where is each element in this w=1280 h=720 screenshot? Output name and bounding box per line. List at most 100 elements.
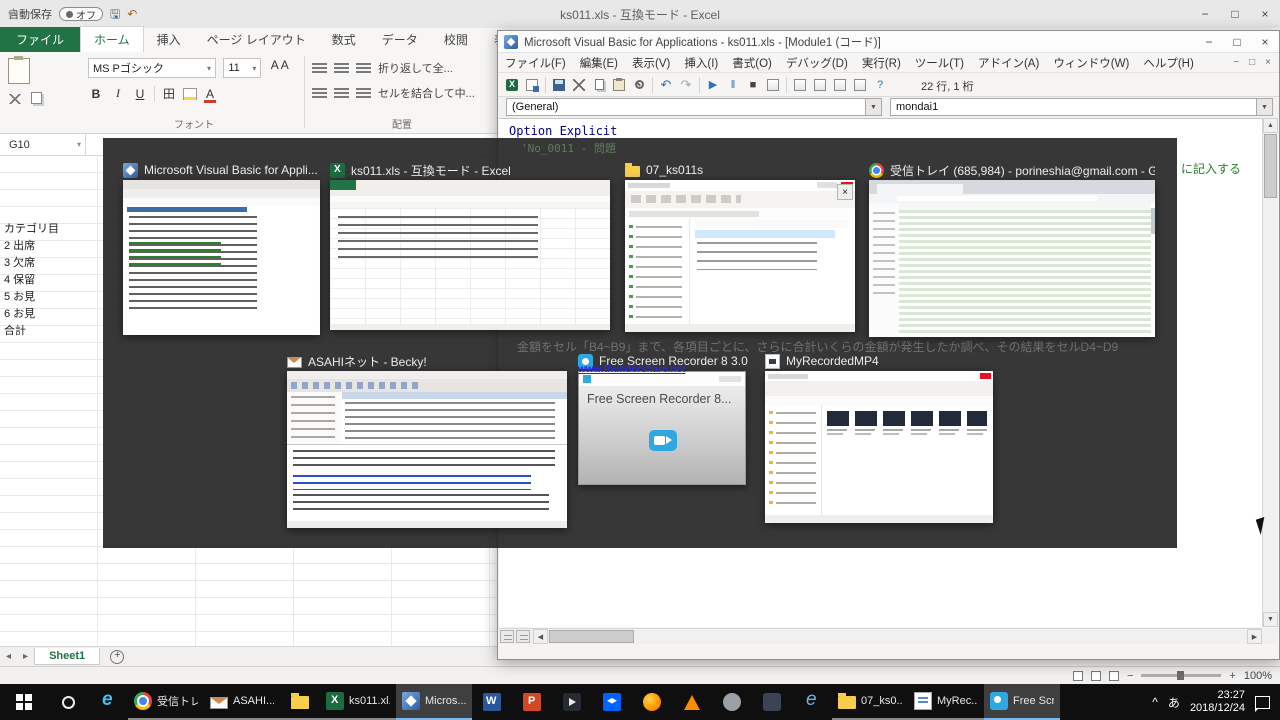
vba-maximize-button[interactable]: □ xyxy=(1223,31,1251,53)
menu-edit[interactable]: 編集(E) xyxy=(573,55,625,71)
ime-indicator[interactable]: あ xyxy=(1168,694,1180,711)
task-thumb-explorer[interactable]: 07_ks011s × xyxy=(625,160,855,332)
view-excel-button[interactable] xyxy=(502,75,522,95)
cell-value[interactable]: カテゴリ目 xyxy=(4,220,59,236)
font-name-select[interactable]: MS Pゴシック▾ xyxy=(88,58,216,78)
undo-button[interactable]: ↶ xyxy=(656,75,676,95)
menu-addins[interactable]: アドイン(A) xyxy=(971,55,1046,71)
align-middle-icon[interactable] xyxy=(334,63,349,74)
taskbar-vba[interactable]: Micros... xyxy=(396,684,472,720)
borders-button[interactable]: 田 xyxy=(161,85,177,102)
copy-icon[interactable] xyxy=(31,92,42,104)
scroll-right-icon[interactable]: ▶ xyxy=(1247,629,1262,644)
tab-formulas[interactable]: 数式 xyxy=(319,27,369,52)
reset-button[interactable]: ■ xyxy=(743,75,763,95)
taskbar-excel[interactable]: ks011.xl... xyxy=(320,684,396,720)
add-sheet-button[interactable] xyxy=(110,650,124,664)
scrollbar-thumb[interactable] xyxy=(1264,134,1277,198)
vba-minimize-button[interactable]: − xyxy=(1195,31,1223,53)
cut-button[interactable] xyxy=(569,75,589,95)
tray-expand-icon[interactable]: ^ xyxy=(1152,695,1158,709)
object-browser-button[interactable] xyxy=(830,75,850,95)
scroll-up-icon[interactable]: ▲ xyxy=(1263,118,1278,133)
vba-close-button[interactable]: × xyxy=(1251,31,1279,53)
help-button[interactable]: ? xyxy=(870,75,890,95)
taskbar-ie[interactable] xyxy=(792,684,832,720)
search-button[interactable] xyxy=(48,684,88,720)
underline-button[interactable]: U xyxy=(132,87,148,101)
full-module-view-button[interactable] xyxy=(516,630,530,643)
minimize-button[interactable]: − xyxy=(1190,0,1220,28)
menu-insert[interactable]: 挿入(I) xyxy=(677,55,725,71)
page-layout-view-icon[interactable] xyxy=(1091,671,1101,681)
scroll-left-icon[interactable]: ◀ xyxy=(533,629,548,644)
taskbar-powerpoint[interactable] xyxy=(512,684,552,720)
tab-home[interactable]: ホーム xyxy=(80,26,144,52)
align-center-icon[interactable] xyxy=(334,88,349,99)
save-button[interactable] xyxy=(549,75,569,95)
break-button[interactable]: ‖ xyxy=(723,75,743,95)
qat-customize-icon[interactable]: ▾ xyxy=(8,8,14,20)
run-macro-button[interactable]: ▶ xyxy=(703,75,723,95)
taskbar-myrec[interactable]: MyRec... xyxy=(908,684,984,720)
zoom-in-icon[interactable]: + xyxy=(1229,670,1235,682)
align-left-icon[interactable] xyxy=(312,88,327,99)
taskbar-word[interactable] xyxy=(472,684,512,720)
horizontal-scrollbar[interactable]: ◀ ▶ xyxy=(499,628,1262,644)
font-size-select[interactable]: 11▾ xyxy=(223,58,261,78)
procedure-view-button[interactable] xyxy=(500,630,514,643)
tab-insert[interactable]: 挿入 xyxy=(144,27,194,52)
page-break-view-icon[interactable] xyxy=(1109,671,1119,681)
menu-format[interactable]: 書式(O) xyxy=(725,55,779,71)
procedure-dropdown[interactable]: mondai1 ▼ xyxy=(890,98,1273,116)
align-right-icon[interactable] xyxy=(356,88,371,99)
taskbar-media-app[interactable] xyxy=(552,684,592,720)
taskbar-recorder[interactable]: Free Scr... xyxy=(984,684,1060,720)
vertical-scrollbar[interactable]: ▲ ▼ xyxy=(1262,118,1278,627)
taskbar-becky[interactable]: ASAHI... xyxy=(204,684,280,720)
task-thumb-recorder[interactable]: Free Screen Recorder 8 3.0 www.thundersh… xyxy=(578,351,748,485)
menu-run[interactable]: 実行(R) xyxy=(855,55,908,71)
toolbox-button[interactable] xyxy=(850,75,870,95)
close-button[interactable]: × xyxy=(1250,0,1280,28)
zoom-slider-thumb[interactable] xyxy=(1177,671,1184,680)
autosave-toggle[interactable]: オフ xyxy=(59,7,103,21)
object-dropdown[interactable]: (General) ▼ xyxy=(506,98,882,116)
menu-view[interactable]: 表示(V) xyxy=(625,55,677,71)
menu-debug[interactable]: デバッグ(D) xyxy=(779,55,855,71)
fill-color-button[interactable] xyxy=(183,88,197,100)
zoom-out-icon[interactable]: − xyxy=(1127,670,1133,682)
undo-icon[interactable]: ↶ xyxy=(127,8,137,20)
maximize-button[interactable]: □ xyxy=(1220,0,1250,28)
cell-value[interactable]: 5 お見 xyxy=(4,288,35,304)
menu-file[interactable]: ファイル(F) xyxy=(498,55,573,71)
cut-icon[interactable] xyxy=(8,94,22,104)
bold-button[interactable]: B xyxy=(88,87,104,101)
italic-button[interactable]: I xyxy=(110,86,126,101)
font-color-button[interactable]: A xyxy=(203,87,217,101)
tab-file[interactable]: ファイル xyxy=(0,27,80,52)
task-thumb-myrecorded[interactable]: MyRecordedMP4 xyxy=(765,351,993,523)
taskbar-app-gray[interactable] xyxy=(712,684,752,720)
taskbar-explorer[interactable] xyxy=(280,684,320,720)
watermark-link[interactable]: www.thundershare.net xyxy=(578,364,685,375)
shrink-font-button[interactable]: A xyxy=(281,58,289,72)
wrap-text-button[interactable]: 折り返して全... xyxy=(378,60,453,76)
module-close-button[interactable]: × xyxy=(1265,57,1271,68)
thumb-close-button[interactable]: × xyxy=(837,184,853,200)
scroll-down-icon[interactable]: ▼ xyxy=(1263,612,1278,627)
name-box-dropdown-icon[interactable]: ▾ xyxy=(77,140,81,149)
tab-page-layout[interactable]: ページ レイアウト xyxy=(194,27,319,52)
taskbar-edge[interactable] xyxy=(88,684,128,720)
find-button[interactable] xyxy=(629,75,649,95)
properties-window-button[interactable] xyxy=(810,75,830,95)
paste-button[interactable] xyxy=(8,58,30,84)
task-thumb-becky[interactable]: ASAHIネット - Becky! xyxy=(287,351,567,528)
save-icon[interactable]: 🖫 xyxy=(110,8,120,20)
name-box[interactable]: G10 ▾ xyxy=(0,134,86,155)
grow-font-button[interactable]: A xyxy=(271,58,278,72)
redo-button[interactable]: ↷ xyxy=(676,75,696,95)
start-button[interactable] xyxy=(0,684,48,720)
scrollbar-thumb[interactable] xyxy=(549,630,634,643)
taskbar-chrome[interactable]: 受信トレ... xyxy=(128,684,204,720)
